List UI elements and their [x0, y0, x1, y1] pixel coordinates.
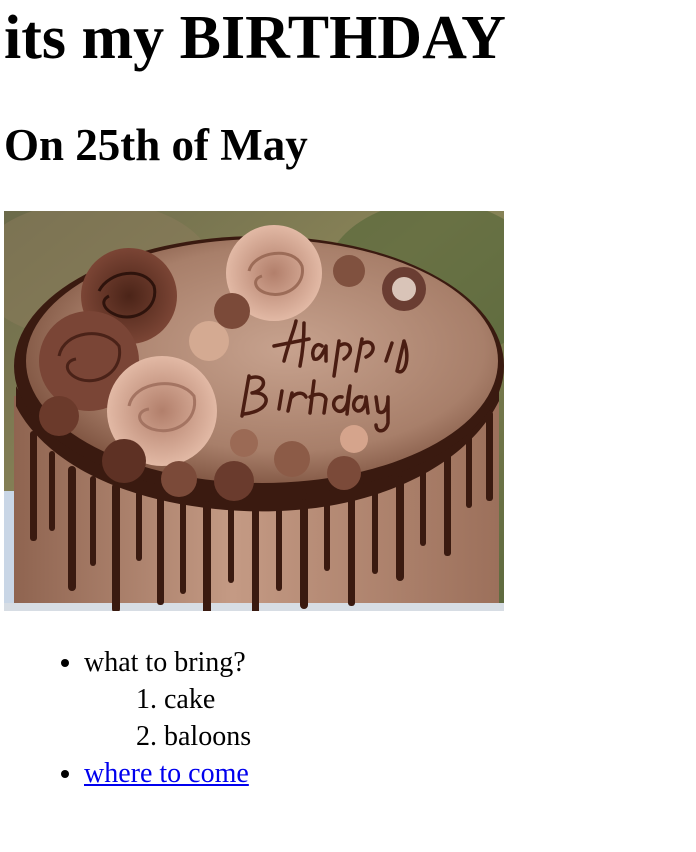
- where-to-come-link[interactable]: where to come: [84, 758, 249, 789]
- list-item: cake: [164, 681, 251, 718]
- list-item: baloons: [164, 718, 251, 755]
- page-title: its my BIRTHDAY: [4, 4, 506, 72]
- list-item-label: what to bring?: [84, 647, 246, 678]
- page-subtitle: On 25th of May: [4, 120, 308, 170]
- info-list: what to bring? cake baloons where to com…: [44, 644, 251, 792]
- birthday-cake-image: [4, 211, 504, 611]
- list-item-where-to-come: where to come: [84, 755, 251, 792]
- list-item-what-to-bring: what to bring? cake baloons: [84, 644, 251, 755]
- bring-items-list: cake baloons: [84, 681, 251, 755]
